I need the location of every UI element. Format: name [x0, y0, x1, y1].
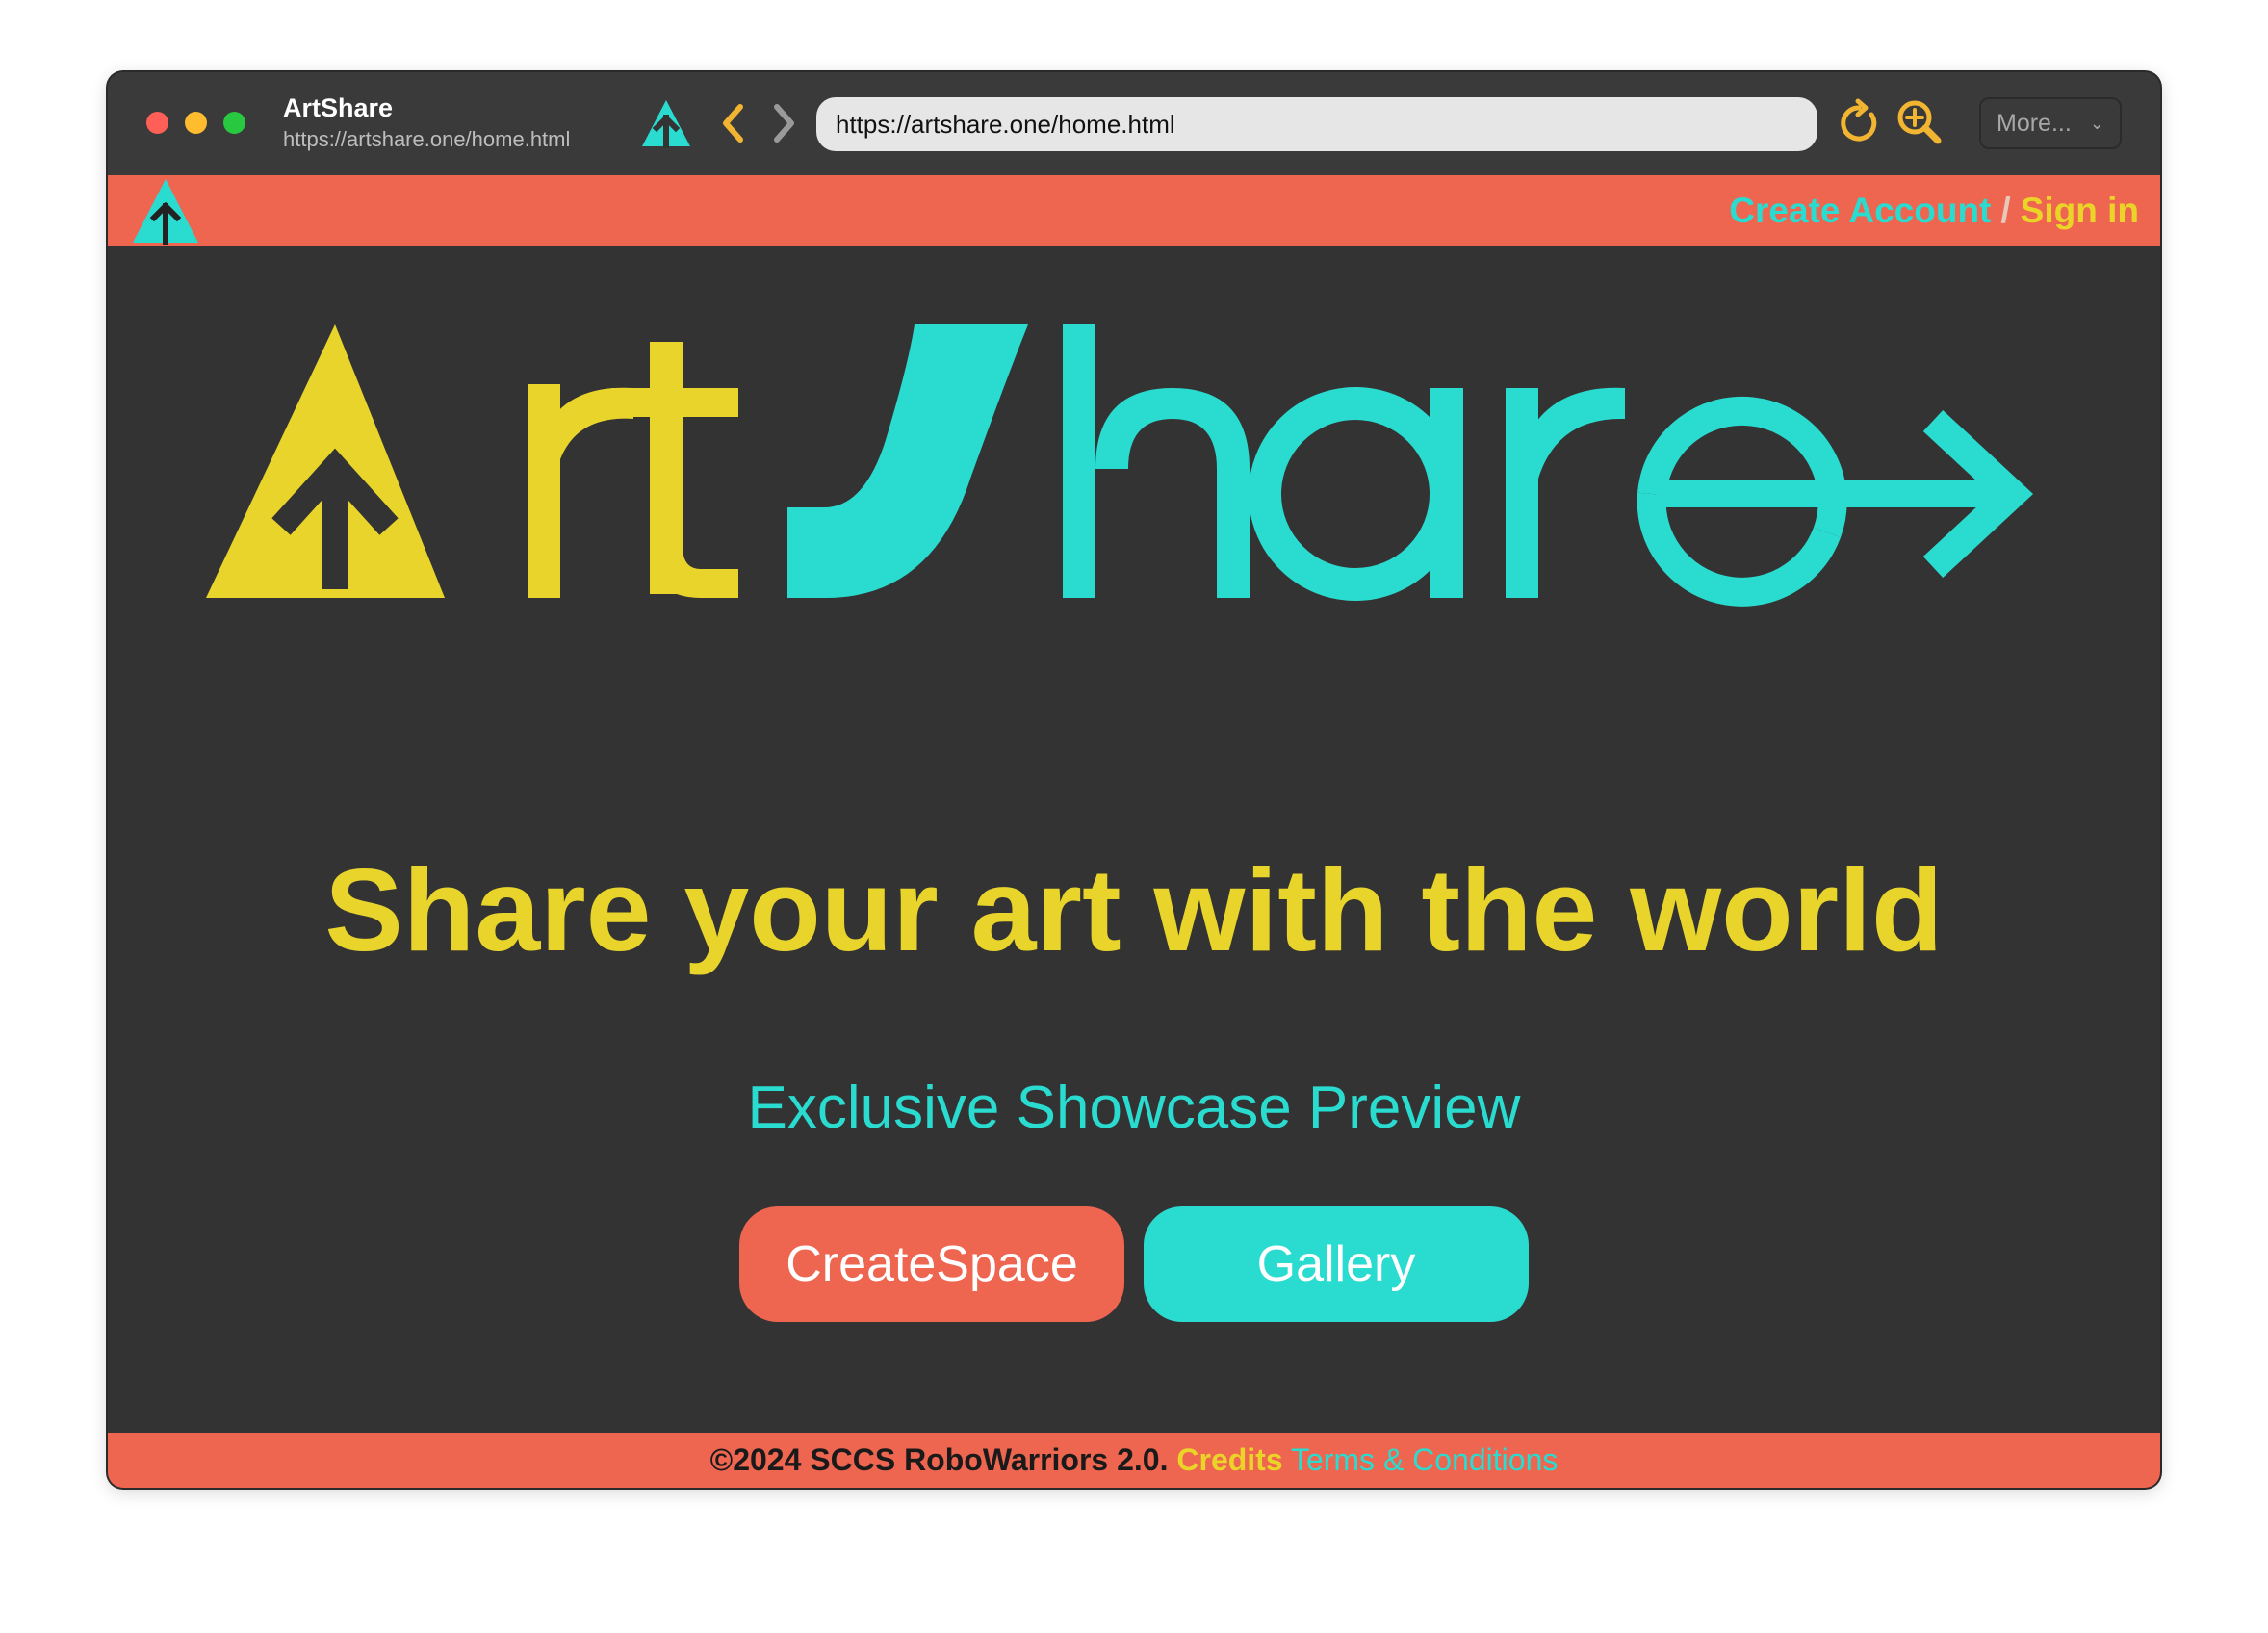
footer-credits-link[interactable]: Credits [1176, 1442, 1282, 1477]
chevron-down-icon: ⌄ [2089, 114, 2104, 133]
site-header: Create Account / Sign in [108, 175, 2160, 246]
create-account-link[interactable]: Create Account [1729, 191, 1991, 230]
site-logo-icon[interactable] [131, 177, 200, 245]
more-menu-button[interactable]: More... ⌄ [1979, 97, 2122, 149]
artshare-logo-icon[interactable] [640, 98, 692, 148]
window-subtitle-url: https://artshare.one/home.html [283, 127, 571, 151]
zoom-icon[interactable] [1893, 95, 1945, 147]
footer-terms-link[interactable]: Terms & Conditions [1291, 1442, 1558, 1477]
back-chevron-icon[interactable] [716, 101, 749, 145]
auth-separator: / [2000, 191, 2011, 230]
minimize-window-button[interactable] [185, 112, 207, 134]
more-menu-label: More... [1997, 110, 2072, 137]
auth-links: Create Account / Sign in [1729, 175, 2139, 246]
hero-tagline: Share your art with the world [324, 844, 1944, 975]
zoom-window-button[interactable] [223, 112, 245, 134]
artshare-wordmark-logo [206, 324, 2034, 607]
reload-icon[interactable] [1833, 97, 1885, 149]
footer-copyright: ©2024 SCCS RoboWarriors 2.0. [709, 1442, 1169, 1477]
gallery-button[interactable]: Gallery [1144, 1206, 1529, 1322]
address-bar[interactable]: https://artshare.one/home.html [816, 97, 1817, 151]
close-window-button[interactable] [146, 112, 168, 134]
site-footer: ©2024 SCCS RoboWarriors 2.0. Credits Ter… [108, 1433, 2160, 1488]
hero-subtitle: Exclusive Showcase Preview [747, 1075, 1521, 1141]
createspace-button[interactable]: CreateSpace [739, 1206, 1124, 1322]
forward-chevron-icon[interactable] [768, 101, 801, 145]
sign-in-link[interactable]: Sign in [2021, 191, 2139, 230]
window-title: ArtShare [283, 93, 394, 122]
browser-window: ArtShare https://artshare.one/home.html … [108, 72, 2160, 1488]
browser-toolbar: ArtShare https://artshare.one/home.html … [108, 72, 2160, 177]
